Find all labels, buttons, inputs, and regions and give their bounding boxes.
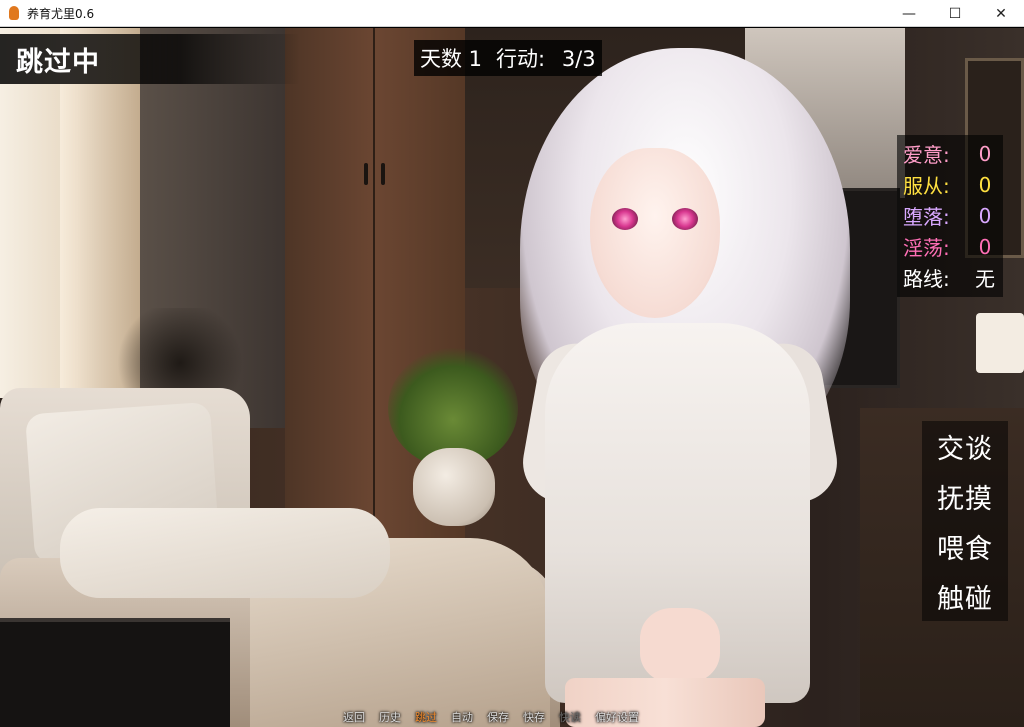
action-value: 3/3 <box>561 47 596 71</box>
window-title: 养育尤里0.6 <box>27 6 95 21</box>
stat-row-obedience: 服从: 0 <box>903 169 997 200</box>
stat-label: 爱意: <box>903 143 950 167</box>
feed-button[interactable]: 喂食 <box>937 527 993 566</box>
quick-menu-history[interactable]: 历史 <box>372 709 408 727</box>
stat-value: 无 <box>975 267 995 291</box>
action-label: 行动: <box>496 47 546 71</box>
quick-menu-preferences[interactable]: 偏好设置 <box>588 709 646 727</box>
skip-indicator: 跳过中 <box>0 34 300 84</box>
wardrobe-door-seam <box>373 28 375 548</box>
stat-row-corruption: 堕落: 0 <box>903 200 997 231</box>
sofa-pillow-long <box>60 508 390 598</box>
character-eye-left <box>612 208 638 230</box>
quick-menu-quicksave[interactable]: 快存 <box>516 709 552 727</box>
action-counter-label: 行动: 3/3 <box>496 43 596 73</box>
day-action-status: 天数 1 行动: 3/3 <box>414 40 602 76</box>
coffee-table <box>0 618 230 727</box>
app-icon <box>9 6 19 20</box>
close-button[interactable]: ✕ <box>978 0 1024 27</box>
maximize-button[interactable]: ☐ <box>932 0 978 27</box>
stat-label: 服从: <box>903 174 950 198</box>
action-menu: 交谈 抚摸 喂食 触碰 <box>922 421 1008 621</box>
stat-label: 路线: <box>903 267 950 291</box>
window-controls: — ☐ ✕ <box>886 0 1024 27</box>
wardrobe-handle-right <box>381 163 385 185</box>
quick-menu-back[interactable]: 返回 <box>336 709 372 727</box>
potted-plant-vase <box>413 448 495 526</box>
skip-indicator-text: 跳过中 <box>16 46 100 78</box>
talk-button[interactable]: 交谈 <box>937 427 993 466</box>
character-face <box>590 148 720 318</box>
quick-menu-skip[interactable]: 跳过 <box>408 709 444 727</box>
stat-row-route: 路线: 无 <box>903 262 997 293</box>
stat-label: 堕落: <box>903 205 950 229</box>
game-viewport[interactable]: 跳过中 天数 1 行动: 3/3 爱意: 0 服从: 0 堕落: 0 淫荡: 0… <box>0 28 1024 727</box>
stat-row-love: 爱意: 0 <box>903 138 997 169</box>
minimize-button[interactable]: — <box>886 0 932 27</box>
quick-menu-save[interactable]: 保存 <box>480 709 516 727</box>
stat-value: 0 <box>978 172 992 197</box>
background-lamp <box>976 313 1024 373</box>
stat-label: 淫荡: <box>903 236 950 260</box>
touch-button[interactable]: 触碰 <box>937 577 993 616</box>
quick-menu-quickload[interactable]: 快读 <box>552 709 588 727</box>
quick-menu-auto[interactable]: 自动 <box>444 709 480 727</box>
stat-value: 0 <box>978 203 992 228</box>
wardrobe-handle-left <box>364 163 368 185</box>
character-eye-right <box>672 208 698 230</box>
window-titlebar: 养育尤里0.6 — ☐ ✕ <box>0 0 1024 27</box>
character-hands <box>640 608 720 683</box>
stat-row-lewdness: 淫荡: 0 <box>903 231 997 262</box>
stats-panel: 爱意: 0 服从: 0 堕落: 0 淫荡: 0 路线: 无 <box>897 135 1003 297</box>
day-counter: 天数 1 <box>420 47 483 71</box>
quick-menu: 返回 历史 跳过 自动 保存 快存 快读 偏好设置 <box>336 709 646 727</box>
stat-value: 0 <box>978 234 992 259</box>
caress-button[interactable]: 抚摸 <box>937 477 993 516</box>
stat-value: 0 <box>978 141 992 166</box>
